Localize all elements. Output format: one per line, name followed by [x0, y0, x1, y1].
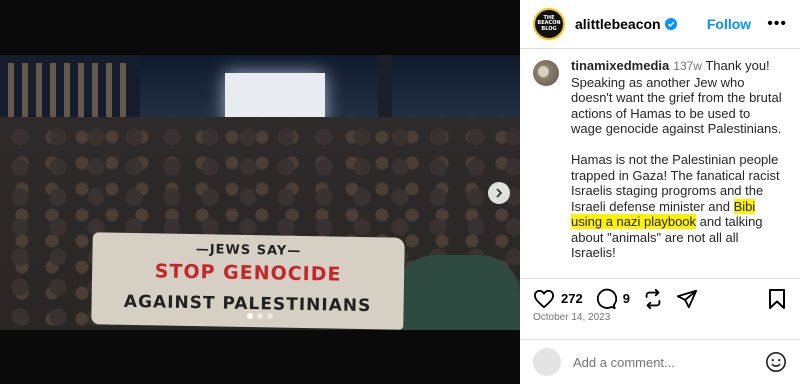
- comments-list[interactable]: tinamixedmedia 137w Thank you! Speaking a…: [520, 50, 800, 270]
- account-avatar[interactable]: THE BEACON BLOG: [533, 8, 565, 40]
- bookmark-icon[interactable]: [767, 288, 787, 310]
- share-action[interactable]: [676, 288, 698, 310]
- comment-input[interactable]: [573, 354, 743, 370]
- banner-line-2: STOP GENOCIDE: [154, 260, 342, 286]
- comment-item: tinamixedmedia 137w Thank you! Speaking a…: [533, 58, 787, 261]
- verified-badge-icon: [664, 18, 677, 30]
- comment-body: tinamixedmedia 137w Thank you! Speaking a…: [571, 58, 783, 261]
- commenter-username[interactable]: tinamixedmedia: [571, 58, 669, 73]
- comment-bubble-icon[interactable]: [595, 288, 617, 310]
- comment-para-1: tinamixedmedia 137w Thank you! Speaking a…: [571, 58, 783, 137]
- post-sidebar: THE BEACON BLOG alittlebeacon Follow •••…: [520, 0, 800, 384]
- comment-action[interactable]: 9: [595, 288, 630, 310]
- banner-line-1: —JEWS SAY—: [195, 242, 302, 259]
- post-header: THE BEACON BLOG alittlebeacon Follow •••: [520, 0, 800, 49]
- repost-icon[interactable]: [642, 288, 664, 310]
- media-pane: —JEWS SAY— STOP GENOCIDE AGAINST PALESTI…: [0, 0, 520, 384]
- post-date: October 14, 2023: [533, 312, 611, 323]
- carousel-dots: [0, 313, 520, 321]
- share-paper-plane-icon[interactable]: [676, 288, 698, 310]
- more-options-icon[interactable]: •••: [767, 15, 787, 33]
- chevron-right-icon: [496, 188, 503, 198]
- like-count: 272: [561, 291, 583, 306]
- post-actions: 272 9: [520, 278, 800, 312]
- like-action[interactable]: 272: [533, 289, 583, 309]
- carousel-dot: [247, 313, 253, 319]
- heart-icon[interactable]: [533, 289, 555, 309]
- post-photo[interactable]: —JEWS SAY— STOP GENOCIDE AGAINST PALESTI…: [0, 55, 520, 330]
- follow-button[interactable]: Follow: [707, 16, 751, 32]
- comment-para-2: Hamas is not the Palestinian people trap…: [571, 152, 783, 261]
- carousel-next-button[interactable]: [488, 182, 510, 204]
- carousel-dot: [267, 313, 273, 319]
- comment-time: 137w: [673, 59, 702, 73]
- repost-action[interactable]: [642, 288, 664, 310]
- comment-count: 9: [622, 291, 630, 306]
- emoji-icon[interactable]: [765, 351, 787, 373]
- avatar-text: BLOG: [541, 25, 557, 32]
- add-comment-bar: [520, 339, 800, 384]
- carousel-dot: [257, 313, 263, 319]
- commenter-avatar[interactable]: [533, 60, 559, 86]
- account-username[interactable]: alittlebeacon: [575, 16, 661, 32]
- current-user-avatar: [533, 348, 561, 376]
